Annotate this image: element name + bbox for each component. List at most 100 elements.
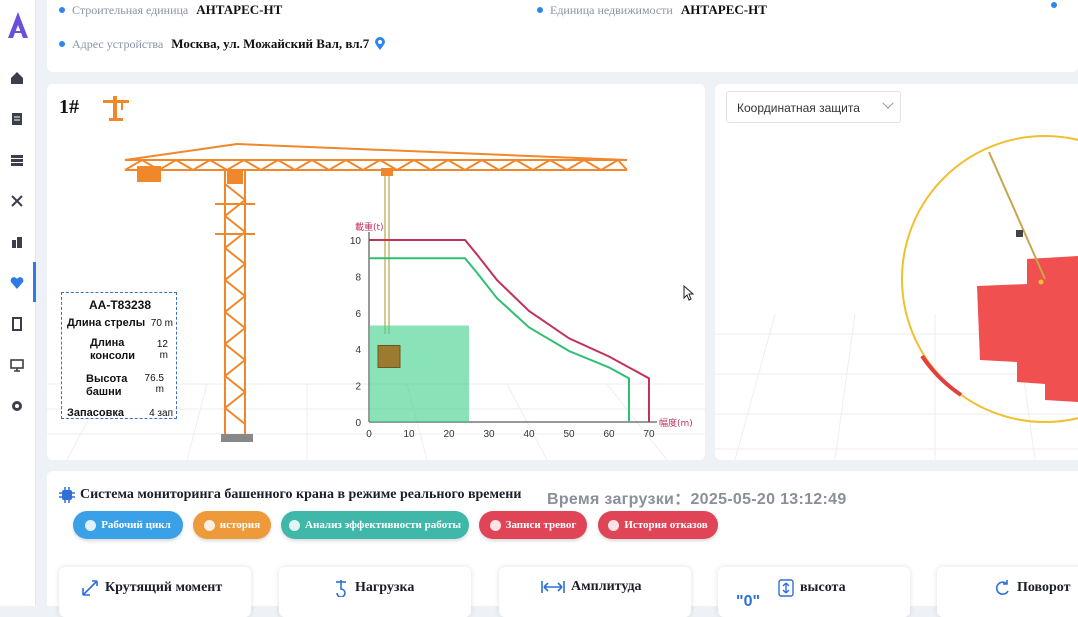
- sidebar: [0, 0, 36, 606]
- torque-title: Крутящий момент: [105, 580, 223, 595]
- x-tick-label: 10: [403, 429, 415, 440]
- x-axis-title: 幅度(m): [659, 417, 693, 429]
- height-value: "0": [736, 593, 761, 610]
- property-unit: Единица недвижимости АНТАРЕС-НТ: [537, 2, 767, 18]
- alarm-records-button[interactable]: Записи тревог: [479, 511, 587, 539]
- boom-length-row: Длина стрелы 70 m: [67, 317, 173, 330]
- failure-history-label: История отказов: [624, 519, 708, 531]
- height-icon: [778, 579, 794, 597]
- load-card-title: Нагрузка: [333, 579, 414, 597]
- reeving-label: Запасовка: [67, 407, 124, 419]
- document-edit-icon[interactable]: [9, 111, 25, 127]
- alarm-icon: [489, 519, 501, 531]
- height-card[interactable]: высота "0": [718, 567, 910, 617]
- torque-card-title: Крутящий момент: [81, 579, 222, 597]
- device-address: Адрес устройства Москва, ул. Можайский В…: [59, 36, 386, 52]
- app-logo[interactable]: [5, 10, 31, 42]
- hook-load-block: [377, 344, 401, 368]
- home-icon[interactable]: [9, 70, 25, 86]
- current-load-region: [369, 325, 469, 422]
- door-icon[interactable]: [9, 316, 25, 332]
- load-card[interactable]: Нагрузка: [279, 567, 471, 617]
- y-tick-label: 10: [350, 236, 362, 247]
- y-tick-label: 2: [355, 382, 361, 393]
- hook-icon: [336, 580, 346, 597]
- load-title: Нагрузка: [355, 580, 415, 595]
- amplitude-card[interactable]: Амплитуда: [499, 567, 691, 617]
- failure-icon: [608, 519, 620, 531]
- crane-model: AA-T83238: [88, 298, 152, 312]
- work-cycle-button[interactable]: Рабочий цикл: [73, 511, 183, 539]
- property-unit-label: Единица недвижимости: [550, 2, 673, 17]
- torque-icon: [82, 580, 98, 596]
- amplitude-icon: [541, 581, 565, 593]
- work-cycle-label: Рабочий цикл: [101, 519, 171, 531]
- y-tick-label: 8: [355, 272, 361, 283]
- console-length-value-line2: m: [159, 350, 168, 361]
- monitoring-title: Система мониторинга башенного крана в ре…: [80, 487, 522, 502]
- rotation-icon: [995, 580, 1009, 595]
- crane-info-box: AA-T83238 Длина стрелы 70 m Длина консол…: [61, 292, 177, 419]
- clock-icon: [203, 519, 215, 531]
- x-tick-label: 0: [366, 429, 372, 440]
- property-unit-value: АНТАРЕС-НТ: [680, 2, 767, 17]
- boom-length-label: Длина стрелы: [67, 317, 146, 329]
- console-length-value-line1: 12: [156, 339, 168, 350]
- building-unit: Строительная единица АНТАРЕС-НТ: [59, 2, 282, 18]
- efficiency-analysis-button[interactable]: Анализ эффективности работы: [281, 511, 469, 539]
- x-tick-label: 20: [443, 429, 455, 440]
- buildings-icon[interactable]: [9, 234, 25, 250]
- tools-icon[interactable]: [9, 193, 25, 209]
- x-tick-label: 30: [483, 429, 495, 440]
- rotation-title: Поворот: [1017, 580, 1071, 595]
- failure-history-button[interactable]: История отказов: [598, 511, 718, 539]
- coordinate-protection-panel: Координатная защита: [715, 84, 1078, 460]
- monitor-heart-icon[interactable]: [9, 275, 25, 291]
- settings-gear-icon[interactable]: [9, 398, 25, 414]
- x-tick-label: 40: [523, 429, 535, 440]
- load-time: Время загрузки：2025-05-20 13:12:49: [547, 491, 847, 508]
- reeving-value: 4 зап: [149, 408, 173, 419]
- protection-zone-map: [715, 135, 1078, 460]
- load-chart: 0 10 20 30 40 50 60 70 0 2 4 6 8 10 載重(t) 幅度(m): [350, 222, 693, 440]
- y-tick-label: 6: [355, 309, 361, 320]
- x-tick-label: 50: [563, 429, 575, 440]
- tower-height-value-line2: m: [155, 384, 164, 395]
- rotation-card-title: Поворот: [993, 579, 1070, 597]
- bullet-dot: [59, 7, 65, 13]
- bullet-dot: [1051, 2, 1057, 8]
- building-unit-label: Строительная единица: [72, 2, 189, 17]
- alarm-records-label: Записи тревог: [505, 519, 577, 531]
- location-pin-icon[interactable]: [374, 37, 386, 51]
- cycle-icon: [85, 519, 97, 531]
- x-tick-label: 60: [603, 429, 615, 440]
- display-icon[interactable]: [9, 357, 25, 373]
- y-axis-title: 載重(t): [355, 222, 384, 233]
- amplitude-card-title: Амплитуда: [541, 579, 642, 595]
- reeving-row: Запасовка 4 зап: [67, 407, 173, 420]
- amplitude-title: Амплитуда: [571, 579, 642, 594]
- y-tick-label: 0: [355, 418, 361, 429]
- stack-icon[interactable]: [9, 152, 25, 168]
- rotation-card[interactable]: Поворот: [937, 567, 1078, 617]
- torque-card[interactable]: Крутящий момент: [59, 567, 251, 617]
- efficiency-analysis-label: Анализ эффективности работы: [305, 519, 461, 531]
- building-unit-value: АНТАРЕС-НТ: [196, 2, 283, 17]
- monitor-chip-icon: [59, 487, 75, 503]
- boom-length-value: 70 m: [150, 318, 173, 329]
- device-header: Строительная единица АНТАРЕС-НТ Единица …: [47, 0, 1078, 72]
- address-label: Адрес устройства: [72, 36, 164, 51]
- history-button[interactable]: история: [193, 511, 271, 539]
- console-length-value: 12 m: [134, 339, 168, 361]
- x-tick-label: 70: [643, 429, 655, 440]
- mouse-cursor-icon: [683, 285, 695, 301]
- height-card-title: высота: [778, 579, 846, 597]
- address-value: Москва, ул. Можайский Вал, вл.7: [171, 36, 370, 51]
- monitoring-panel: Система мониторинга башенного крана в ре…: [47, 471, 1078, 617]
- bullet-dot: [59, 41, 65, 47]
- nav-active-indicator: [33, 262, 36, 302]
- tower-height-value-line1: 76.5: [144, 373, 164, 384]
- height-title: высота: [800, 580, 846, 595]
- chart-icon: [289, 519, 301, 531]
- crane-panel: 1# 0 10 20 30 40 50 60 70 0 2 4 6 8 10 載…: [47, 84, 705, 460]
